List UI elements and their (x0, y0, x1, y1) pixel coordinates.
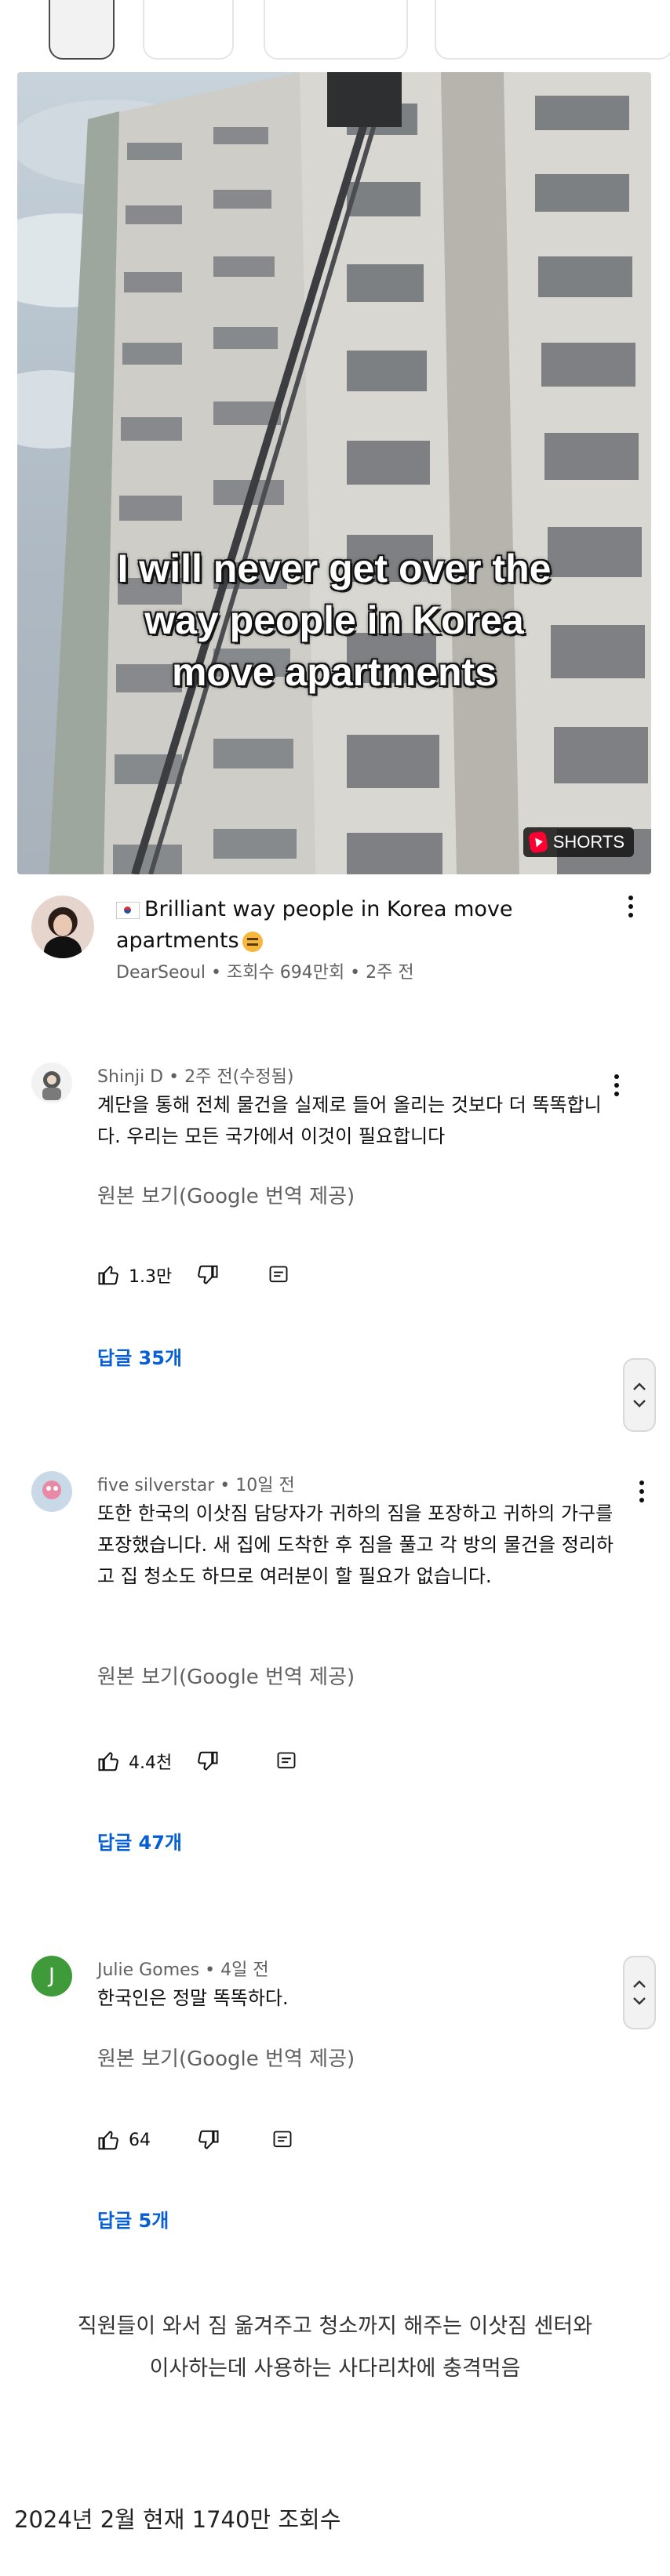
apartment-building-image (17, 72, 651, 874)
comment-author[interactable]: Shinji D (97, 1067, 163, 1087)
see-original-link[interactable]: 원본 보기(Google 번역 제공) (97, 2043, 355, 2072)
reply-icon[interactable] (275, 1750, 297, 1772)
chevron-down-icon[interactable] (632, 1399, 646, 1408)
south-korea-flag-icon (116, 901, 140, 919)
scroll-control[interactable] (623, 1358, 656, 1432)
filter-chip[interactable] (143, 0, 234, 60)
comment-header: Shinji D • 2주 전(수정됨) (97, 1067, 294, 1087)
video-meta: DearSeoul • 조회수 694만회 • 2주 전 (116, 963, 414, 983)
comment-author[interactable]: five silverstar (97, 1476, 214, 1495)
video-age: 2주 전 (366, 963, 414, 983)
grimacing-face-icon (242, 931, 263, 952)
comment-age: 2주 전(수정됨) (184, 1067, 294, 1087)
comment-actions: 4.4천 (97, 1749, 297, 1774)
filter-chip[interactable] (49, 0, 115, 60)
video-more-icon[interactable] (628, 896, 634, 917)
post-footer: 2024년 2월 현재 1740만 조회수 (14, 2506, 341, 2533)
chevron-down-icon[interactable] (632, 1996, 646, 2006)
shorts-badge: SHORTS (523, 827, 634, 857)
view-replies-button[interactable]: 답글 35개 (97, 1342, 182, 1370)
comment-age: 4일 전 (220, 1960, 269, 1980)
comment-text: 계단을 통해 전체 물건을 실제로 들어 올리는 것보다 더 똑똑합니다. 우리… (97, 1094, 602, 1147)
view-count: 조회수 694만회 (227, 963, 345, 983)
comment-author[interactable]: Julie Gomes (97, 1960, 199, 1980)
thumbs-up-icon[interactable] (97, 1749, 121, 1773)
thumbs-up-icon[interactable] (97, 1263, 121, 1287)
comment-actions: 1.3만 (97, 1263, 289, 1288)
scroll-control[interactable] (623, 1956, 656, 2029)
comment-age: 10일 전 (235, 1476, 295, 1495)
like-count: 1.3만 (129, 1267, 173, 1287)
comment-text: 한국인은 정말 똑똑하다. (97, 1987, 289, 2009)
filter-chip[interactable] (435, 0, 670, 60)
see-original-link[interactable]: 원본 보기(Google 번역 제공) (97, 1661, 355, 1690)
post-caption-line: 이사하는데 사용하는 사다리차에 충격먹음 (149, 2356, 521, 2381)
reply-icon[interactable] (268, 1264, 289, 1286)
shorts-label: SHORTS (552, 832, 624, 852)
like-count: 4.4천 (129, 1753, 173, 1773)
reply-icon[interactable] (271, 2129, 293, 2151)
comment-avatar[interactable]: J (31, 1956, 72, 1996)
see-original-link[interactable]: 원본 보기(Google 번역 제공) (97, 1180, 355, 1209)
caption-line: move apartments (171, 650, 497, 694)
comment-avatar[interactable] (31, 1063, 72, 1103)
thumbs-down-icon[interactable] (195, 1749, 219, 1773)
post-caption-line: 직원들이 와서 짐 옮겨주고 청소까지 해주는 이삿짐 센터와 (77, 2314, 593, 2338)
post-caption: 직원들이 와서 짐 옮겨주고 청소까지 해주는 이삿짐 센터와 이사하는데 사용… (0, 2305, 670, 2390)
comment-more-icon[interactable] (639, 1481, 645, 1502)
comment-text: 또한 한국의 이삿짐 담당자가 귀하의 짐을 포장하고 귀하의 가구를 포장했습… (97, 1502, 614, 1587)
comment-header: five silverstar • 10일 전 (97, 1476, 295, 1495)
view-replies-button[interactable]: 답글 5개 (97, 2205, 169, 2233)
chevron-up-icon[interactable] (632, 1382, 646, 1391)
view-replies-button[interactable]: 답글 47개 (97, 1827, 182, 1855)
channel-name[interactable]: DearSeoul (116, 963, 206, 983)
comment-header: Julie Gomes • 4일 전 (97, 1960, 269, 1980)
thumbs-up-icon[interactable] (97, 2128, 121, 2152)
avatar-letter: J (49, 1964, 55, 1988)
chevron-up-icon[interactable] (632, 1979, 646, 1989)
caption-line: way people in Korea (144, 598, 524, 642)
video-caption: I will never get over the way people in … (17, 543, 651, 698)
video-title[interactable]: Brilliant way people in Korea move apart… (116, 894, 603, 957)
video-thumbnail[interactable]: I will never get over the way people in … (17, 72, 651, 874)
like-count: 64 (129, 2130, 151, 2150)
thumbs-down-icon[interactable] (196, 2128, 220, 2152)
thumbs-down-icon[interactable] (195, 1263, 219, 1287)
comment-avatar[interactable] (31, 1471, 72, 1512)
video-title-text: Brilliant way people in Korea move apart… (116, 897, 513, 953)
comment-actions: 64 (97, 2128, 293, 2152)
channel-avatar[interactable] (31, 896, 94, 958)
shorts-logo-icon (528, 830, 548, 854)
filter-chip[interactable] (264, 0, 408, 60)
caption-line: I will never get over the (117, 547, 552, 590)
top-chip-bar (0, 0, 670, 72)
